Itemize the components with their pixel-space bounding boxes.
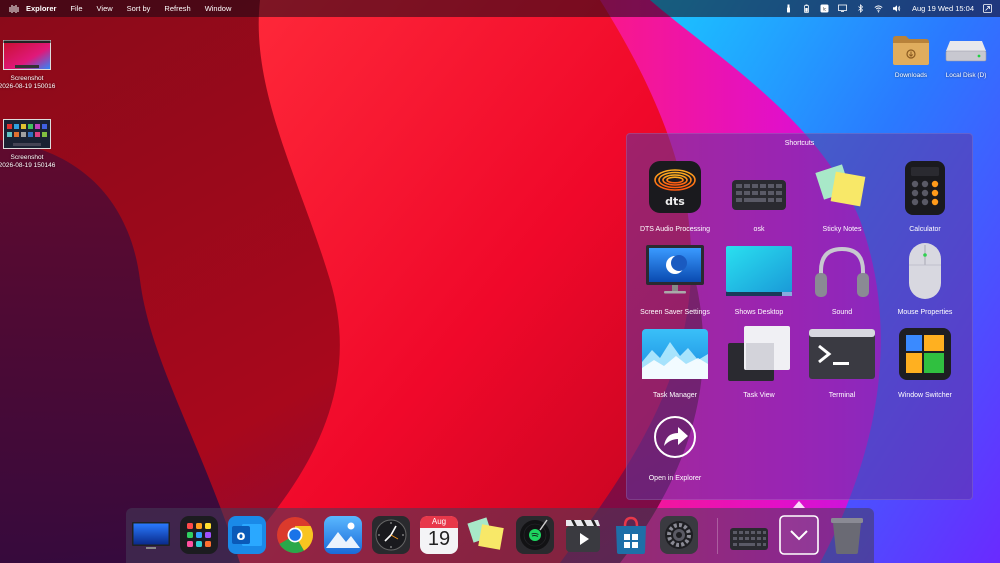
keyboard-icon — [732, 180, 786, 210]
flashlight-icon[interactable] — [784, 4, 793, 13]
shortcut-label: DTS Audio Processing — [639, 226, 711, 233]
keyboard-icon[interactable] — [728, 514, 770, 556]
shortcut-label: Window Switcher — [898, 392, 952, 399]
shortcut-label: Task Manager — [653, 392, 697, 399]
shortcut-task-view[interactable]: Task View — [718, 326, 800, 399]
screenshot-thumbnail-icon — [3, 119, 51, 149]
desktop-icon-label: Local Disk (D) — [945, 72, 987, 79]
shortcuts-panel: Shortcuts dts DTS Audio Processing osk S… — [626, 133, 973, 500]
desktop-downloads[interactable]: Downloads — [881, 33, 941, 80]
shortcut-sound[interactable]: Sound — [801, 243, 883, 316]
svg-text:o: o — [237, 529, 246, 544]
monitor-moon-icon — [646, 245, 704, 294]
task-manager-icon — [642, 329, 708, 379]
share-arrow-icon — [654, 416, 696, 458]
shortcuts-toggle-icon[interactable] — [778, 514, 820, 556]
trash-icon[interactable] — [826, 514, 868, 556]
tray-app-icon[interactable]: lc — [820, 4, 829, 13]
folder-icon — [893, 36, 929, 65]
desktop-icon-label-line2: 2026-08-19 150016 — [0, 83, 56, 90]
panel-pointer — [793, 501, 805, 508]
svg-text:lc: lc — [823, 6, 827, 12]
menu-sort-by[interactable]: Sort by — [127, 4, 151, 13]
task-view-icon — [728, 326, 790, 381]
shortcut-label: Terminal — [828, 392, 856, 399]
desktop-local-disk[interactable]: Local Disk (D) — [936, 33, 996, 80]
desktop-icon — [726, 246, 792, 296]
dock-separator — [717, 518, 718, 554]
sticky-notes-icon — [815, 164, 866, 207]
calendar-day: 19 — [427, 528, 451, 550]
volume-icon[interactable] — [892, 4, 901, 13]
launcher-logo-icon[interactable] — [8, 3, 20, 15]
headphones-icon — [815, 246, 869, 297]
menu-file[interactable]: File — [70, 4, 82, 13]
terminal-icon — [809, 329, 875, 379]
menu-window[interactable]: Window — [205, 4, 232, 13]
menu-refresh[interactable]: Refresh — [164, 4, 190, 13]
menubar-clock[interactable]: Aug 19 Wed 15:04 — [912, 4, 974, 13]
shortcut-label: Mouse Properties — [897, 309, 953, 316]
shortcut-calculator[interactable]: Calculator — [884, 160, 966, 233]
dts-icon: dts — [649, 161, 701, 213]
shortcut-label: Open in Explorer — [648, 475, 702, 482]
shortcut-mouse-properties[interactable]: Mouse Properties — [884, 243, 966, 316]
outlook-icon[interactable]: o — [226, 514, 268, 556]
notification-center-icon[interactable] — [983, 4, 992, 13]
drive-icon — [945, 41, 987, 62]
menu-view[interactable]: View — [97, 4, 113, 13]
spotify-icon[interactable] — [514, 514, 556, 556]
mouse-icon — [909, 243, 941, 299]
battery-icon[interactable] — [802, 4, 811, 13]
shortcut-terminal[interactable]: Terminal — [801, 326, 883, 399]
calendar-month: Aug — [431, 517, 447, 526]
shortcut-label: Sticky Notes — [822, 226, 862, 233]
shortcut-osk[interactable]: osk — [718, 160, 800, 233]
status-area: lc Aug 19 Wed 15:04 — [784, 4, 1000, 13]
calculator-icon — [905, 161, 945, 215]
screenshot-thumbnail-icon — [3, 40, 51, 70]
bluetooth-icon[interactable] — [856, 4, 865, 13]
shortcut-label: Sound — [831, 309, 853, 316]
chrome-icon[interactable] — [274, 514, 316, 556]
shortcut-label: Screen Saver Settings — [640, 309, 710, 316]
shortcut-label: Shows Desktop — [734, 309, 784, 316]
photos-icon[interactable] — [322, 514, 364, 556]
desktop-screenshot-2[interactable]: Screenshot 2026-08-19 150146 — [0, 119, 57, 170]
screen-icon[interactable] — [838, 4, 847, 13]
desktop-screenshot-1[interactable]: Screenshot 2026-08-19 150016 — [0, 40, 57, 91]
settings-gear-icon[interactable] — [658, 514, 700, 556]
store-icon[interactable] — [610, 514, 652, 556]
shortcut-task-manager[interactable]: Task Manager — [634, 326, 716, 399]
desktop-icon-label-line2: 2026-08-19 150146 — [0, 162, 56, 169]
launchpad-icon[interactable] — [178, 514, 220, 556]
shortcut-open-in-explorer[interactable]: Open in Explorer — [634, 409, 716, 482]
desktop-icon-label-line1: Screenshot — [10, 75, 44, 82]
shortcut-window-switcher[interactable]: Window Switcher — [884, 326, 966, 399]
video-editor-icon[interactable] — [562, 514, 604, 556]
wifi-icon[interactable] — [874, 4, 883, 13]
active-app-name[interactable]: Explorer — [26, 4, 56, 13]
dock: o Aug 19 — [126, 508, 874, 563]
window-switcher-icon — [899, 328, 951, 380]
calendar-icon[interactable]: Aug 19 — [418, 514, 460, 556]
clock-icon[interactable] — [370, 514, 412, 556]
shortcut-sticky-notes[interactable]: Sticky Notes — [801, 160, 883, 233]
menu-bar: Explorer File View Sort by Refresh Windo… — [0, 0, 1000, 17]
shortcuts-title: Shortcuts — [784, 140, 815, 147]
shortcut-label: osk — [753, 226, 765, 233]
sticky-notes-icon[interactable] — [466, 514, 508, 556]
shortcut-label: Calculator — [909, 226, 941, 233]
shortcut-label: Task View — [743, 392, 775, 399]
shortcut-screen-saver[interactable]: Screen Saver Settings — [634, 243, 716, 316]
shortcut-shows-desktop[interactable]: Shows Desktop — [718, 243, 800, 316]
monitor-icon[interactable] — [130, 514, 172, 556]
shortcut-dts-audio[interactable]: dts DTS Audio Processing — [634, 160, 716, 233]
desktop-icon-label-line1: Screenshot — [10, 154, 44, 161]
dts-logo-text: dts — [665, 195, 685, 208]
desktop-icon-label: Downloads — [894, 72, 928, 79]
